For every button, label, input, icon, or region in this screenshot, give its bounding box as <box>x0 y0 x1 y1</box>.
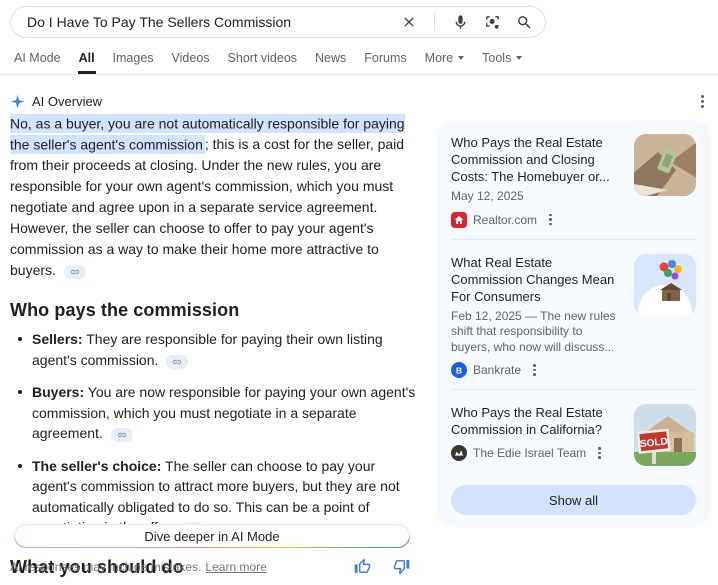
card-overflow-menu-icon[interactable] <box>592 445 607 461</box>
tab-short-videos[interactable]: Short videos <box>227 44 298 74</box>
intro-paragraph: No, as a buyer, you are not automaticall… <box>10 113 418 281</box>
thumbs-down-icon[interactable] <box>393 558 410 575</box>
ai-overview-label: AI Overview <box>32 94 102 109</box>
article-thumbnail <box>634 254 696 316</box>
section-heading: Who pays the commission <box>10 300 418 321</box>
list-item: Sellers: They are responsible for paying… <box>10 329 418 370</box>
source-card-snippet: Feb 12, 2025 — The new rules shift that … <box>451 309 624 356</box>
result-tabs: AI Mode All Images Videos Short videos N… <box>0 44 718 75</box>
list-item: Buyers: You are now responsible for payi… <box>10 382 418 444</box>
bankrate-favicon-icon: B <box>451 362 467 378</box>
source-card[interactable]: Who Pays the Real Estate Commission in C… <box>437 390 710 477</box>
source-card-title: What Real Estate Commission Changes Mean… <box>451 254 624 305</box>
tab-images[interactable]: Images <box>112 44 155 74</box>
edie-israel-favicon-icon <box>451 445 467 461</box>
card-overflow-menu-icon[interactable] <box>527 362 542 378</box>
search-bar-divider <box>434 13 435 31</box>
tab-all[interactable]: All <box>78 44 96 74</box>
source-card-title: Who Pays the Real Estate Commission in C… <box>451 404 624 438</box>
tab-tools[interactable]: Tools <box>481 44 523 74</box>
bullet-list: Sellers: They are responsible for paying… <box>10 329 418 538</box>
show-all-button[interactable]: Show all <box>451 485 696 515</box>
tab-more[interactable]: More <box>424 44 465 74</box>
source-link-chip[interactable] <box>64 265 86 279</box>
search-input[interactable]: Do I Have To Pay The Sellers Commission <box>10 6 546 38</box>
search-results-page: Do I Have To Pay The Sellers Commission <box>0 0 718 585</box>
dive-deeper-label: Dive deeper in AI Mode <box>15 525 409 547</box>
source-card[interactable]: Who Pays the Real Estate Commission and … <box>437 120 710 239</box>
source-card-date: May 12, 2025 <box>451 189 624 205</box>
overflow-menu-icon[interactable] <box>695 93 710 110</box>
disclaimer-text: AI responses may include mistakes. <box>10 560 201 574</box>
source-name: The Edie Israel Team <box>473 446 586 460</box>
search-input-value: Do I Have To Pay The Sellers Commission <box>27 14 400 30</box>
ai-overview-body: No, as a buyer, you are not automaticall… <box>10 113 418 585</box>
tab-ai-mode[interactable]: AI Mode <box>13 44 62 74</box>
lens-icon[interactable] <box>483 13 501 31</box>
tab-videos[interactable]: Videos <box>171 44 211 74</box>
chevron-down-icon <box>458 56 464 60</box>
learn-more-link[interactable]: Learn more <box>205 560 266 574</box>
related-sources-panel: Who Pays the Real Estate Commission and … <box>437 120 710 527</box>
dive-deeper-button[interactable]: Dive deeper in AI Mode <box>14 524 410 548</box>
microphone-icon[interactable] <box>451 13 469 31</box>
thumbs-up-icon[interactable] <box>354 558 371 575</box>
chevron-down-icon <box>516 56 522 60</box>
realtor-favicon-icon <box>451 212 467 228</box>
svg-text:B: B <box>456 365 462 375</box>
tab-more-label: More <box>425 51 453 65</box>
sparkle-icon <box>10 94 25 109</box>
clear-icon[interactable] <box>400 13 418 31</box>
article-thumbnail: SOLD <box>634 404 696 466</box>
source-card-title: Who Pays the Real Estate Commission and … <box>451 134 624 185</box>
intro-rest: ; this is a cost for the seller, paid fr… <box>10 136 404 278</box>
source-link-chip[interactable] <box>111 428 133 442</box>
ai-overview-header: AI Overview <box>10 93 710 110</box>
search-icon[interactable] <box>515 13 533 31</box>
tab-forums[interactable]: Forums <box>363 44 407 74</box>
source-name: Realtor.com <box>473 213 537 227</box>
tab-tools-label: Tools <box>482 51 511 65</box>
source-card[interactable]: What Real Estate Commission Changes Mean… <box>437 240 710 390</box>
article-thumbnail <box>634 134 696 196</box>
tab-news[interactable]: News <box>314 44 347 74</box>
source-link-chip[interactable] <box>166 355 188 369</box>
ai-overview-footer: AI responses may include mistakes. Learn… <box>10 558 410 575</box>
source-name: Bankrate <box>473 363 521 377</box>
card-overflow-menu-icon[interactable] <box>543 212 558 228</box>
